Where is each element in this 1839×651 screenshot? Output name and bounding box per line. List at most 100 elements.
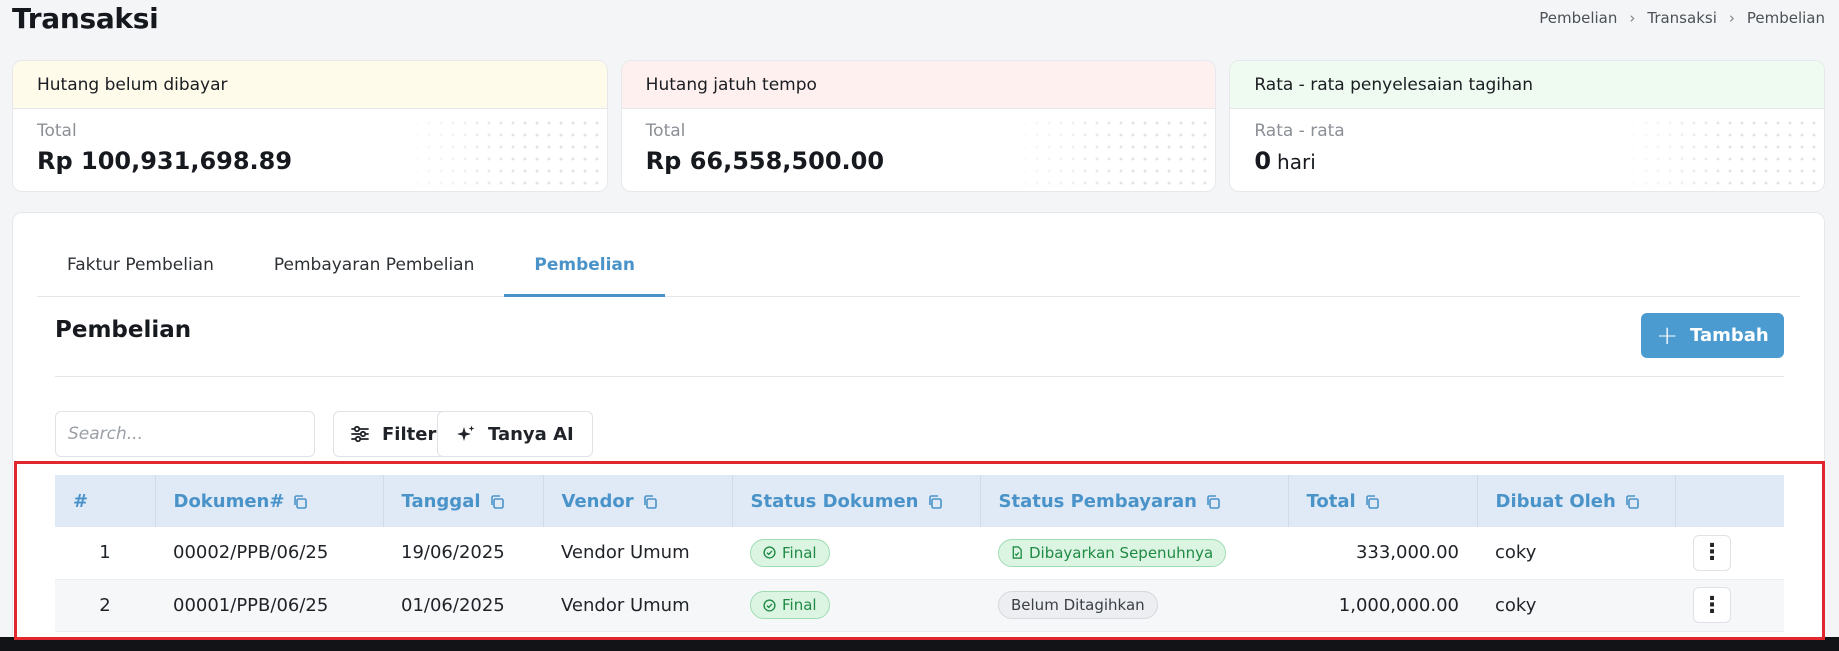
column-header-label: Tanggal [401,490,481,512]
sliders-icon [351,425,369,443]
column-header-date[interactable]: Tanggal [383,475,544,527]
column-header-vendor[interactable]: Vendor [543,475,733,527]
column-header-label: Total [1306,490,1356,512]
divider [55,376,1784,377]
status-badge-label: Final [782,543,817,562]
cell-created-by: coky [1477,579,1675,632]
cell-payment-status: Dibayarkan Sepenuhnya [980,527,1288,580]
stat-card-heading: Rata - rata penyelesaian tagihan [1230,61,1825,109]
copy-icon[interactable] [927,494,943,510]
column-header-label: Status Pembayaran [998,490,1197,512]
filter-button-label: Filter [382,423,437,445]
stat-card-number: 0 [1254,147,1272,175]
chevron-right-icon: › [1629,9,1636,27]
copy-icon[interactable] [1364,494,1380,510]
cell-vendor: Vendor Umum [543,527,732,580]
purchase-table: # Dokumen# Tanggal Vendor Status Dokumen… [55,475,1784,632]
stat-card-heading: Hutang jatuh tempo [621,61,1216,109]
stat-card-heading: Hutang belum dibayar [13,61,607,109]
dot-pattern [1007,117,1208,189]
stat-card-unit: hari [1277,150,1316,174]
column-header-label: # [73,490,89,512]
column-header-document[interactable]: Dokumen# [155,475,384,527]
tab-pembelian[interactable]: Pembelian [504,212,665,297]
kebab-icon: ⋮ [1701,540,1723,566]
payment-badge-label: Belum Ditagihkan [1011,596,1145,614]
tab-faktur-pembelian[interactable]: Faktur Pembelian [37,212,244,296]
cell-total: 333,000.00 [1288,527,1477,580]
document-icon [1012,546,1022,559]
breadcrumb-item-current: Pembelian [1746,9,1825,27]
cell-date: 01/06/2025 [383,579,543,632]
dot-pattern [398,117,599,189]
column-header-label: Dokumen# [173,490,285,512]
page-title: Transaksi [12,2,159,35]
column-header-number[interactable]: # [55,475,156,527]
purchase-panel: Faktur Pembelian Pembayaran Pembelian Pe… [12,212,1825,651]
add-button-label: Tambah [1690,325,1769,346]
payment-badge: Belum Ditagihkan [998,591,1158,619]
sparkle-icon [457,425,475,441]
copy-icon[interactable] [489,494,505,510]
ask-ai-button-label: Tanya AI [488,423,574,445]
ask-ai-button[interactable]: Tanya AI [437,411,593,457]
breadcrumb: Pembelian › Transaksi › Pembelian [1539,9,1825,27]
chevron-right-icon: › [1728,9,1735,27]
status-badge: Final [750,591,830,619]
check-circle-icon [763,546,776,559]
dot-pattern [1616,117,1817,189]
stat-card-label: Total [37,121,77,141]
payment-badge: Dibayarkan Sepenuhnya [998,538,1227,567]
breadcrumb-item-pembelian[interactable]: Pembelian [1539,9,1617,27]
table-header-row: # Dokumen# Tanggal Vendor Status Dokumen… [55,475,1784,527]
column-header-total[interactable]: Total [1288,475,1478,527]
column-header-actions [1675,475,1784,527]
breadcrumb-item-transaksi[interactable]: Transaksi [1647,9,1717,27]
copy-icon[interactable] [1205,494,1221,510]
cell-number: 2 [55,579,155,632]
section-title: Pembelian [55,317,192,343]
stat-card-label: Total [645,121,686,141]
status-badge: Final [750,538,830,567]
stat-card-average: Rata - rata penyelesaian tagihan Rata - … [1229,60,1826,192]
cell-payment-status: Belum Ditagihkan [980,579,1288,632]
copy-icon[interactable] [292,494,308,510]
add-button[interactable]: + Tambah [1641,313,1784,358]
column-header-label: Vendor [561,490,634,512]
filter-button[interactable]: Filter [333,411,454,457]
cell-vendor: Vendor Umum [543,579,732,632]
more-options-button[interactable]: ⋮ [1693,587,1731,623]
cell-document[interactable]: 00002/PPB/06/25 [155,527,383,580]
copy-icon[interactable] [642,494,658,510]
table-row[interactable]: 1 00002/PPB/06/25 19/06/2025 Vendor Umum… [55,527,1784,580]
stat-card-label: Rata - rata [1254,121,1345,141]
cell-actions: ⋮ [1675,579,1784,632]
plus-icon: + [1656,320,1679,351]
column-header-label: Status Dokumen [750,490,919,512]
column-header-label: Dibuat Oleh [1495,490,1616,512]
column-header-created-by[interactable]: Dibuat Oleh [1477,475,1676,527]
cell-document[interactable]: 00001/PPB/06/25 [155,579,383,632]
stat-card-unpaid: Hutang belum dibayar Total Rp 100,931,69… [12,60,608,192]
column-header-document-status[interactable]: Status Dokumen [732,475,981,527]
stat-card-due: Hutang jatuh tempo Total Rp 66,558,500.0… [620,60,1217,192]
stat-card-value: Rp 100,931,698.89 [37,147,293,175]
payment-badge-label: Dibayarkan Sepenuhnya [1029,543,1214,562]
stat-card-value: Rp 66,558,500.00 [645,147,885,175]
cell-date: 19/06/2025 [383,527,543,580]
cell-number: 1 [55,527,155,580]
stat-card-value: 0 hari [1254,147,1315,175]
check-circle-icon [763,598,776,612]
tab-pembayaran-pembelian[interactable]: Pembayaran Pembelian [244,212,505,296]
cell-document-status: Final [732,579,980,632]
search-input[interactable] [55,411,315,457]
cell-created-by: coky [1477,527,1675,580]
column-header-payment-status[interactable]: Status Pembayaran [980,475,1289,527]
kebab-icon: ⋮ [1701,592,1723,618]
copy-icon[interactable] [1624,494,1640,510]
stats-row: Hutang belum dibayar Total Rp 100,931,69… [12,60,1826,192]
table-row[interactable]: 2 00001/PPB/06/25 01/06/2025 Vendor Umum… [55,579,1784,632]
more-options-button[interactable]: ⋮ [1693,534,1731,571]
status-badge-label: Final [782,596,817,614]
cell-document-status: Final [732,527,980,580]
